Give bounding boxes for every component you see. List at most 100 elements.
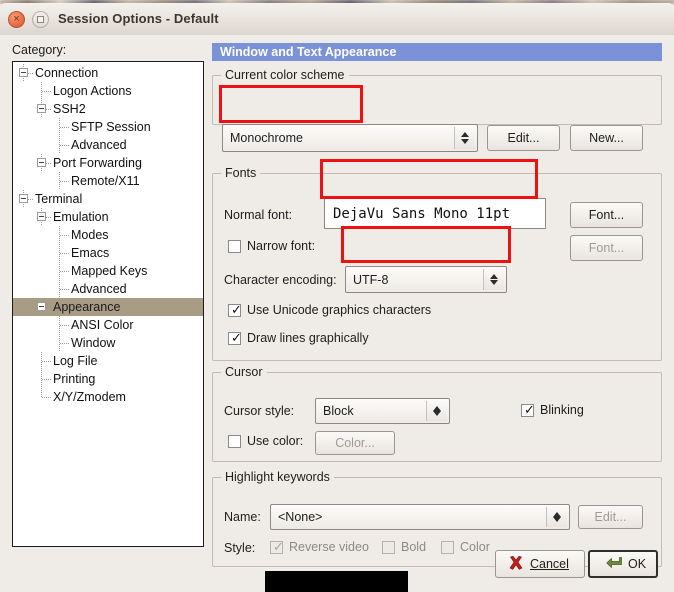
tree-item-sftp-session[interactable]: SFTP Session [13, 118, 203, 136]
tree-item-label: SFTP Session [71, 120, 151, 134]
tree-item-advanced[interactable]: Advanced [13, 280, 203, 298]
tree-collapse-icon[interactable] [37, 302, 46, 311]
draw-lines-checkbox[interactable]: ✓ [228, 331, 242, 346]
tree-guide-line [42, 379, 51, 380]
tree-item-label: Logon Actions [53, 84, 132, 98]
ok-label: OK [628, 557, 647, 571]
cancel-button[interactable]: Cancel [495, 550, 585, 578]
character-encoding-combo[interactable]: UTF-8 [345, 266, 507, 293]
tree-collapse-icon[interactable] [37, 104, 46, 113]
character-encoding-value: UTF-8 [353, 272, 389, 287]
color-checkbox[interactable] [441, 541, 454, 554]
tree-collapse-icon[interactable] [37, 212, 46, 221]
tree-item-mapped-keys[interactable]: Mapped Keys [13, 262, 203, 280]
cursor-style-label: Cursor style: [224, 404, 295, 418]
tree-item-ssh2[interactable]: SSH2 [13, 100, 203, 118]
tree-item-modes[interactable]: Modes [13, 226, 203, 244]
tree-item-label: X/Y/Zmodem [53, 390, 126, 404]
tree-item-printing[interactable]: Printing [13, 370, 203, 388]
tree-item-label: Remote/X11 [71, 174, 140, 188]
session-options-window: × Session Options - Default Category: Co… [0, 3, 674, 592]
check-icon: ✓ [524, 403, 535, 418]
tree-guide-line [41, 388, 42, 397]
tree-item-label: Printing [53, 372, 96, 386]
chevron-down-icon [461, 139, 469, 144]
unicode-graphics-checkbox[interactable]: ✓ [228, 303, 242, 318]
tree-guide-line [60, 235, 69, 236]
tree-item-label: Window [71, 336, 116, 350]
tree-item-log-file[interactable]: Log File [13, 352, 203, 370]
tree-item-label: Emacs [71, 246, 110, 260]
tree-guide-line [60, 289, 69, 290]
ok-enter-arrow-icon [606, 557, 622, 568]
tree-collapse-icon[interactable] [19, 194, 28, 203]
category-tree[interactable]: Connection Logon Actions SSH2 SFTP Session A… [12, 61, 204, 547]
tree-item-emulation[interactable]: Emulation [13, 208, 203, 226]
chevron-up-icon [490, 274, 498, 279]
cursor-style-spinner[interactable] [426, 401, 447, 421]
normal-font-field[interactable]: DejaVu Sans Mono 11pt [324, 198, 546, 229]
cancel-label: Cancel [530, 557, 569, 571]
tree-item-label: Appearance [53, 300, 121, 314]
normal-font-button[interactable]: Font... [570, 202, 643, 228]
check-icon: ✓ [231, 303, 242, 318]
tree-item-appearance[interactable]: Appearance [13, 298, 203, 316]
reverse-video-checkbox[interactable]: ✓ [270, 540, 284, 555]
color-scheme-spinner[interactable] [454, 127, 475, 149]
color-scheme-edit-button[interactable]: Edit... [487, 125, 560, 151]
character-encoding-spinner[interactable] [483, 269, 504, 290]
close-glyph: × [13, 13, 20, 25]
tree-item-terminal[interactable]: Terminal [13, 190, 203, 208]
use-color-checkbox[interactable] [228, 435, 241, 448]
normal-font-label: Normal font: [224, 208, 293, 222]
tree-item-connection[interactable]: Connection [13, 64, 203, 82]
cursor-style-combo[interactable]: Block [315, 398, 450, 424]
bottom-black-bar [265, 571, 408, 592]
color-scheme-new-button[interactable]: New... [570, 125, 643, 151]
narrow-font-button[interactable]: Font... [570, 235, 643, 261]
color-scheme-combo[interactable]: Monochrome [222, 124, 478, 152]
bold-checkbox[interactable] [382, 541, 395, 554]
color-scheme-group: Current color scheme [212, 68, 662, 125]
tree-guide-line [42, 361, 51, 362]
blinking-checkbox[interactable]: ✓ [521, 403, 535, 418]
color-scheme-new-label: New... [589, 131, 624, 145]
tree-item-label: ANSI Color [71, 318, 134, 332]
tree-item-emacs[interactable]: Emacs [13, 244, 203, 262]
tree-item-label: Emulation [53, 210, 109, 224]
maximize-window-icon[interactable] [32, 11, 49, 28]
tree-collapse-icon[interactable] [19, 68, 28, 77]
tree-item-logon-actions[interactable]: Logon Actions [13, 82, 203, 100]
close-window-icon[interactable]: × [8, 11, 25, 28]
narrow-font-button-label: Font... [588, 241, 625, 255]
tree-collapse-icon[interactable] [37, 158, 46, 167]
highlight-name-label: Name: [224, 510, 261, 524]
ok-button[interactable]: OK [588, 550, 658, 578]
cursor-color-button[interactable]: Color... [315, 431, 395, 455]
tree-item-x-y-zmodem[interactable]: X/Y/Zmodem [13, 388, 203, 406]
title-bar: × Session Options - Default [0, 3, 674, 36]
tree-item-label: Log File [53, 354, 98, 368]
tree-item-port-forwarding[interactable]: Port Forwarding [13, 154, 203, 172]
tree-item-advanced[interactable]: Advanced [13, 136, 203, 154]
cursor-color-button-label: Color... [335, 436, 375, 450]
chevron-down-icon [553, 517, 561, 522]
highlight-name-combo[interactable]: <None> [270, 504, 570, 530]
tree-item-remote-x11[interactable]: Remote/X11 [13, 172, 203, 190]
pane-title: Window and Text Appearance [212, 43, 662, 61]
reverse-video-label: Reverse video [289, 540, 369, 554]
highlight-name-spinner[interactable] [546, 507, 567, 527]
tree-item-window[interactable]: Window [13, 334, 203, 352]
highlight-style-label: Style: [224, 541, 256, 555]
tree-guide-line [60, 325, 69, 326]
tree-item-ansi-color[interactable]: ANSI Color [13, 316, 203, 334]
highlight-edit-button[interactable]: Edit... [578, 505, 643, 529]
color-scheme-edit-label: Edit... [507, 131, 540, 145]
cursor-group-title: Cursor [221, 365, 267, 379]
narrow-font-checkbox[interactable] [228, 240, 241, 253]
cursor-style-value: Block [323, 404, 354, 418]
color-scheme-value: Monochrome [230, 131, 303, 145]
tree-guide-line [60, 181, 69, 182]
chevron-up-icon [461, 132, 469, 137]
bold-label: Bold [401, 540, 427, 554]
